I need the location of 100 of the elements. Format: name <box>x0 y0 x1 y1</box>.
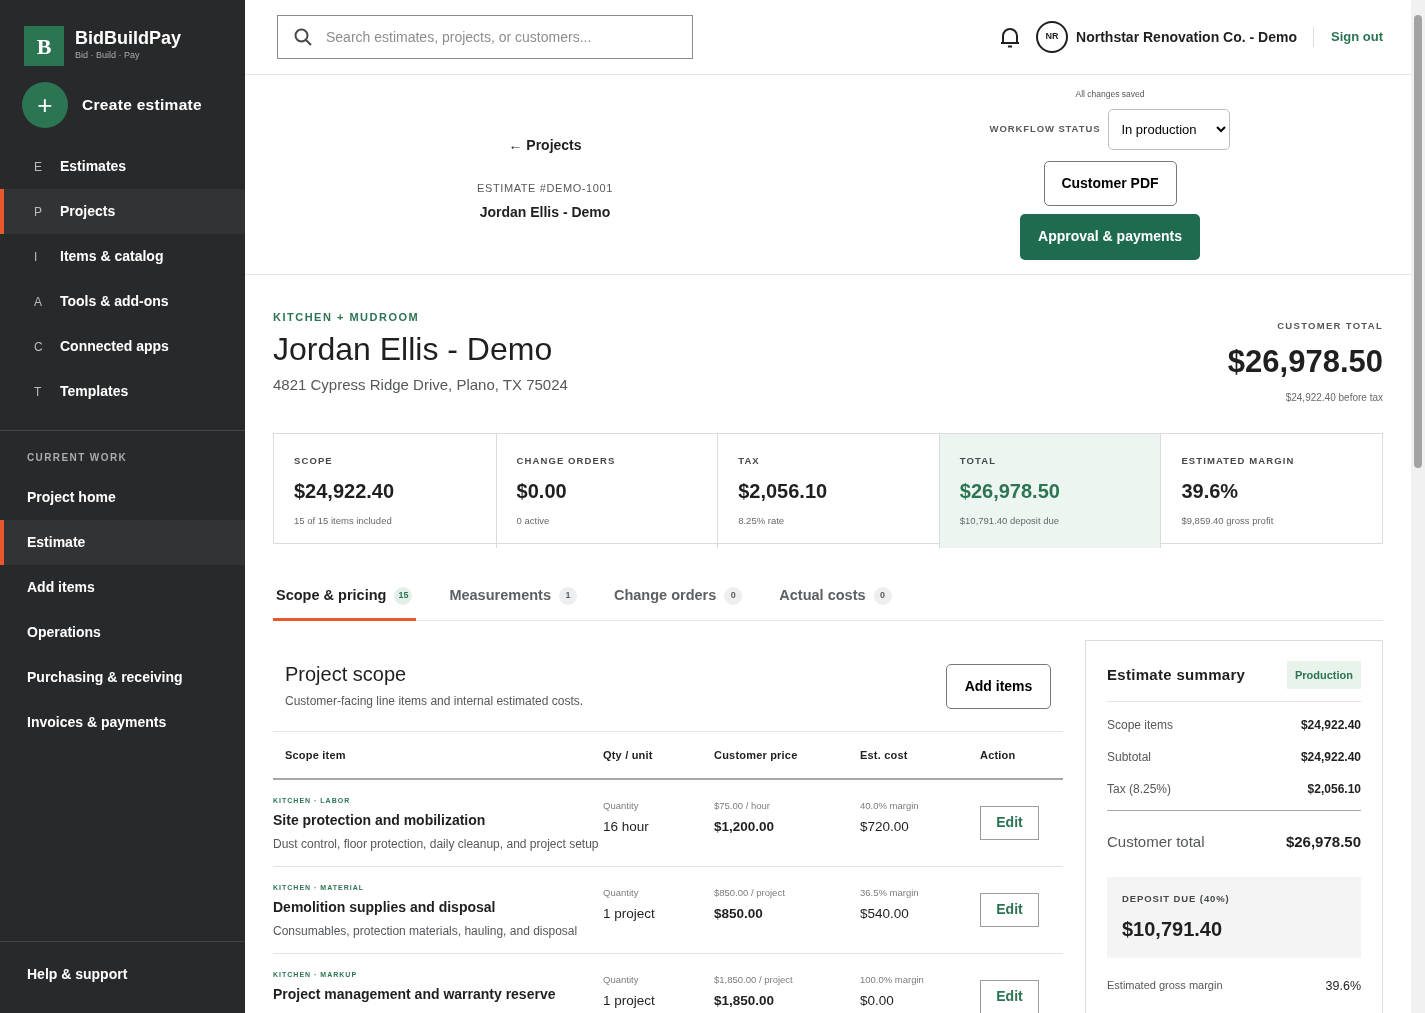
metric-label: CHANGE ORDERS <box>516 453 617 468</box>
margin-label: Estimated gross margin <box>1107 978 1223 993</box>
summary-value: $24,922.40 <box>1300 717 1361 735</box>
project-category: KITCHEN + MUDROOM <box>273 310 421 325</box>
metric-value: $0.00 <box>516 479 568 504</box>
column-header: Qty / unit <box>603 731 714 780</box>
metric-value: $24,922.40 <box>294 479 396 504</box>
estimate-name: Jordan Ellis - Demo <box>479 202 611 222</box>
metric-note: 8.25% rate <box>738 514 786 528</box>
nav-item[interactable]: E Estimates <box>0 144 245 189</box>
total-value: $26,978.50 <box>1285 832 1361 853</box>
project-title: Jordan Ellis - Demo <box>273 329 554 368</box>
metric-label: ESTIMATED MARGIN <box>1181 453 1296 468</box>
search-field[interactable]: Search estimates, projects, or customers... <box>277 15 693 59</box>
status-badge: Production <box>1286 660 1361 690</box>
total-amount: $26,978.50 <box>1227 343 1383 382</box>
metric-label: TAX <box>738 453 761 468</box>
nav-item[interactable]: P Projects <box>0 189 245 234</box>
company-name: Northstar Renovation Co. - Demo <box>1076 27 1297 47</box>
estimated-cost: $720.00 <box>860 818 910 836</box>
metric-note: 15 of 15 items included <box>294 514 393 528</box>
metric-value: 39.6% <box>1181 479 1240 504</box>
customer-price: $850.00 <box>714 905 764 923</box>
quantity-value: 1 project <box>603 905 656 923</box>
count-badge: 15 <box>394 586 413 605</box>
help-link[interactable]: Help & support <box>0 942 245 1013</box>
metric-label: TOTAL <box>959 453 998 468</box>
nav-item[interactable]: Estimate <box>0 520 245 565</box>
tab[interactable]: Actual costs 0 <box>776 573 896 621</box>
margin-value: 39.6% <box>1325 978 1361 995</box>
back-link[interactable]: ← Projects <box>508 135 582 156</box>
section-subtitle: Customer-facing line items and internal estimated costs. <box>285 692 584 710</box>
approval-button[interactable]: Approval & payments <box>1020 213 1200 260</box>
item-name: Site protection and mobilization <box>273 811 487 831</box>
sign-out-link[interactable]: Sign out <box>1313 27 1383 47</box>
tab[interactable]: Change orders 0 <box>610 573 747 621</box>
item-name: Demolition supplies and disposal <box>273 898 497 918</box>
unit-price: $75.00 / hour <box>714 798 771 813</box>
item-description: Dust control, floor protection, daily cleanup, and project setup <box>273 836 600 854</box>
brand-tagline: Bid · Build · Pay <box>75 49 141 63</box>
total-label: Customer total <box>1107 832 1205 853</box>
nav-item[interactable]: T Templates <box>0 369 245 414</box>
create-estimate-button[interactable]: + Create estimate <box>22 82 245 128</box>
metric-note: $9,859.40 gross profit <box>1181 514 1275 528</box>
add-items-button[interactable]: Add items <box>946 663 1051 709</box>
summary-title: Estimate summary <box>1107 664 1246 685</box>
before-tax-note: $24,922.40 before tax <box>1284 390 1383 405</box>
estimated-cost: $540.00 <box>860 905 910 923</box>
edit-button[interactable]: Edit <box>980 805 1039 840</box>
count-badge: 0 <box>724 586 743 605</box>
quantity-label: Quantity <box>603 885 640 900</box>
summary-value: $24,922.40 <box>1300 749 1361 767</box>
deposit-label: DEPOSIT DUE (40%) <box>1122 891 1231 906</box>
estimate-number: ESTIMATE #DEMO-1001 <box>477 181 613 196</box>
nav-item[interactable]: A Tools & add-ons <box>0 279 245 324</box>
column-header: Scope item <box>273 731 603 780</box>
status-dropdown[interactable]: In production <box>1108 108 1231 150</box>
tab[interactable]: Scope & pricing 15 <box>273 573 417 621</box>
margin-note: 100.0% margin <box>860 972 925 987</box>
deposit-amount: $10,791.40 <box>1122 917 1224 942</box>
total-label: CUSTOMER TOTAL <box>1276 319 1383 333</box>
unit-price: $1,850.00 / project <box>714 972 794 987</box>
summary-label: Subtotal <box>1107 749 1152 767</box>
save-status: All changes saved <box>1075 88 1145 101</box>
avatar[interactable]: NR <box>1036 21 1069 53</box>
estimated-cost: $0.00 <box>860 992 895 1010</box>
metric-value: $2,056.10 <box>738 479 829 504</box>
column-header: Action <box>980 731 1063 780</box>
margin-note: 36.5% margin <box>860 885 920 900</box>
quantity-value: 16 hour <box>603 818 650 836</box>
summary-label: Tax (8.25%) <box>1107 781 1172 799</box>
project-address: 4821 Cypress Ridge Drive, Plano, TX 75024 <box>273 374 568 395</box>
customer-price: $1,200.00 <box>714 818 776 836</box>
metric-note: 0 active <box>516 514 551 528</box>
nav-item[interactable]: Project home <box>0 475 245 520</box>
summary-value: $2,056.10 <box>1307 781 1361 799</box>
nav-item[interactable]: Invoices & payments <box>0 700 245 745</box>
nav-item[interactable]: Purchasing & receiving <box>0 655 245 700</box>
section-heading: CURRENT WORK <box>26 451 129 465</box>
nav-item[interactable]: C Connected apps <box>0 324 245 369</box>
metric-value: $26,978.50 <box>959 479 1061 504</box>
item-description: Consumables, protection materials, hauling, and disposal <box>273 923 579 941</box>
count-badge: 1 <box>558 586 577 605</box>
edit-button[interactable]: Edit <box>980 892 1039 927</box>
tab[interactable]: Measurements 1 <box>446 573 581 621</box>
unit-price: $850.00 / project <box>714 885 786 900</box>
customer-price: $1,850.00 <box>714 992 776 1010</box>
item-name: Project management and warranty reserve <box>273 985 557 1005</box>
nav-item[interactable]: Add items <box>0 565 245 610</box>
brand-name: BidBuildPay <box>75 29 181 50</box>
margin-note: 40.0% margin <box>860 798 920 813</box>
nav-item[interactable]: Operations <box>0 610 245 655</box>
metric-note: $10,791.40 deposit due <box>959 514 1061 528</box>
quantity-label: Quantity <box>603 972 640 987</box>
customer-pdf-button[interactable]: Customer PDF <box>1043 160 1177 206</box>
quantity-label: Quantity <box>603 798 640 813</box>
edit-button[interactable]: Edit <box>980 979 1039 1013</box>
nav-item[interactable]: I Items & catalog <box>0 234 245 279</box>
plus-icon: + <box>22 82 68 128</box>
field-label: WORKFLOW STATUS <box>989 122 1101 137</box>
